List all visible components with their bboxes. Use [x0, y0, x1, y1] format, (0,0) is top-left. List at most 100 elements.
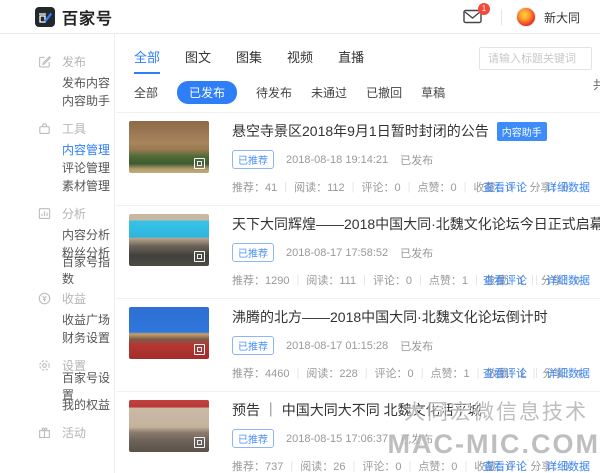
publish-status: 已发布 — [400, 245, 433, 261]
search-input[interactable] — [479, 47, 592, 70]
status-filter-tab[interactable]: 待发布 — [256, 81, 292, 104]
sidebar-item[interactable]: 素材管理 — [0, 176, 114, 194]
recommended-badge: 已推荐 — [232, 243, 274, 262]
detailed-data-link[interactable]: 详细数据 — [546, 458, 590, 473]
action-separator — [536, 461, 537, 471]
stat-item: 阅读：111 — [306, 272, 356, 288]
bag-icon — [37, 121, 52, 136]
view-comments-link[interactable]: 查看评论 — [483, 272, 527, 288]
recommended-badge: 已推荐 — [232, 150, 274, 169]
stat-separator: | — [475, 274, 478, 286]
sidebar-item[interactable]: 工具 — [0, 116, 114, 140]
stat-item: 阅读：228 — [306, 365, 357, 381]
stat-separator: | — [408, 460, 411, 472]
sidebar-item-label: 活动 — [62, 424, 86, 441]
stat-separator: | — [477, 367, 480, 379]
status-filter-tab[interactable]: 草稿 — [421, 81, 445, 104]
chart-icon — [37, 206, 52, 221]
sidebar-item[interactable]: 分析 — [0, 201, 114, 225]
publish-date: 2018-08-18 19:14:21 — [286, 154, 388, 166]
status-filter-tab[interactable]: 已发布 — [177, 81, 237, 104]
sidebar-item-label: 百家号指数 — [62, 253, 114, 287]
sidebar-item[interactable]: 内容助手 — [0, 91, 114, 109]
stat-item: 推荐：4460 — [232, 365, 289, 381]
mail-unread-badge: 1 — [478, 3, 490, 15]
content-type-tab[interactable]: 全部 — [134, 47, 160, 74]
avatar[interactable] — [516, 7, 536, 27]
sidebar-item[interactable]: 收益 — [0, 286, 114, 310]
article-title[interactable]: 预告 ｜ 中国大同大不同 北魏文化活平城 — [232, 400, 482, 420]
content-type-tab[interactable]: 图集 — [236, 47, 262, 74]
status-filter-tab[interactable]: 已撤回 — [366, 81, 402, 104]
stat-item: 阅读：112 — [294, 179, 345, 195]
publish-status: 已发布 — [400, 152, 433, 168]
sidebar-item-label: 内容助手 — [62, 92, 110, 109]
sidebar-item-label: 财务设置 — [62, 329, 110, 346]
stat-item: 点赞：0 — [418, 179, 457, 195]
status-filter-tab[interactable]: 未通过 — [311, 81, 347, 104]
image-indicator-icon — [194, 158, 205, 169]
article-title[interactable]: 天下大同辉煌——2018中国大同·北魏文化论坛今日正式启幕 — [232, 214, 600, 234]
sidebar-item[interactable]: 活动 — [0, 420, 114, 444]
sidebar-item[interactable]: 百家号设置 — [0, 377, 114, 395]
view-comments-link[interactable]: 查看评论 — [483, 458, 527, 473]
main-content: 全部图文图集视频直播 全部已发布待发布未通过已撤回草稿 共 悬空寺景区2018年… — [116, 34, 600, 473]
article-thumbnail[interactable] — [129, 400, 209, 452]
article-thumbnail[interactable] — [129, 307, 209, 359]
sidebar-item-label: 发布内容 — [62, 74, 110, 91]
sidebar-item[interactable]: 收益广场 — [0, 310, 114, 328]
baijiahao-logo-icon — [35, 7, 55, 27]
sidebar-item[interactable]: 评论管理 — [0, 158, 114, 176]
detailed-data-link[interactable]: 详细数据 — [546, 179, 590, 195]
article-thumbnail[interactable] — [129, 121, 209, 173]
publish-date: 2018-08-17 17:58:52 — [286, 247, 388, 259]
status-filter-tab[interactable]: 全部 — [134, 81, 158, 104]
recommended-badge: 已推荐 — [232, 336, 274, 355]
stat-separator: | — [290, 460, 293, 472]
article-actions: 查看评论 详细数据 — [483, 179, 590, 195]
view-comments-link[interactable]: 查看评论 — [483, 179, 527, 195]
content-type-tab[interactable]: 直播 — [338, 47, 364, 74]
baijiahao-logo[interactable]: 百家号 — [35, 5, 113, 29]
stat-separator: | — [296, 367, 299, 379]
recommended-badge: 已推荐 — [232, 429, 274, 448]
username[interactable]: 新大同 — [544, 9, 580, 26]
sidebar-item-label: 分析 — [62, 205, 86, 222]
article-title[interactable]: 沸腾的北方——2018中国大同·北魏文化论坛倒计时 — [232, 307, 548, 327]
view-comments-link[interactable]: 查看评论 — [483, 365, 527, 381]
sidebar-item[interactable]: 财务设置 — [0, 328, 114, 346]
article-stats: 推荐：41|阅读：112|评论：0|点赞：0|收藏：0|分享：0 — [232, 179, 490, 195]
sidebar-item-label: 发布 — [62, 53, 86, 70]
mail-icon[interactable]: 1 — [463, 9, 483, 25]
image-indicator-icon — [194, 251, 205, 262]
detailed-data-link[interactable]: 详细数据 — [546, 365, 590, 381]
stat-item: 阅读：26 — [300, 458, 345, 473]
content-type-tab[interactable]: 视频 — [287, 47, 313, 74]
action-separator — [536, 275, 537, 285]
stat-separator: | — [421, 367, 424, 379]
sidebar-item[interactable]: 发布内容 — [0, 73, 114, 91]
sidebar-item[interactable]: 内容管理 — [0, 140, 114, 158]
action-separator — [536, 182, 537, 192]
sidebar-item[interactable]: 内容分析 — [0, 225, 114, 243]
detailed-data-link[interactable]: 详细数据 — [546, 272, 590, 288]
stat-item: 点赞：0 — [418, 458, 457, 473]
gear-icon — [37, 358, 52, 373]
coin-icon — [37, 291, 52, 306]
sidebar-item[interactable]: 发布 — [0, 49, 114, 73]
sidebar-item[interactable]: 我的权益 — [0, 395, 114, 413]
content-type-tab[interactable]: 图文 — [185, 47, 211, 74]
status-filter-tabs: 全部已发布待发布未通过已撤回草稿 — [116, 74, 600, 104]
stat-separator: | — [363, 274, 366, 286]
sidebar-item-label: 内容管理 — [62, 141, 110, 158]
article-thumbnail[interactable] — [129, 214, 209, 266]
stat-separator: | — [352, 460, 355, 472]
stat-item: 评论：0 — [362, 179, 401, 195]
sidebar-item[interactable]: 百家号指数 — [0, 261, 114, 279]
image-indicator-icon — [194, 344, 205, 355]
action-separator — [536, 368, 537, 378]
article-row: 悬空寺景区2018年9月1日暂时封闭的公告 内容助手 已推荐 2018-08-1… — [116, 113, 600, 206]
stat-item: 推荐：737 — [232, 458, 283, 473]
sidebar-item-label: 收益广场 — [62, 311, 110, 328]
article-title[interactable]: 悬空寺景区2018年9月1日暂时封闭的公告 — [232, 121, 489, 141]
